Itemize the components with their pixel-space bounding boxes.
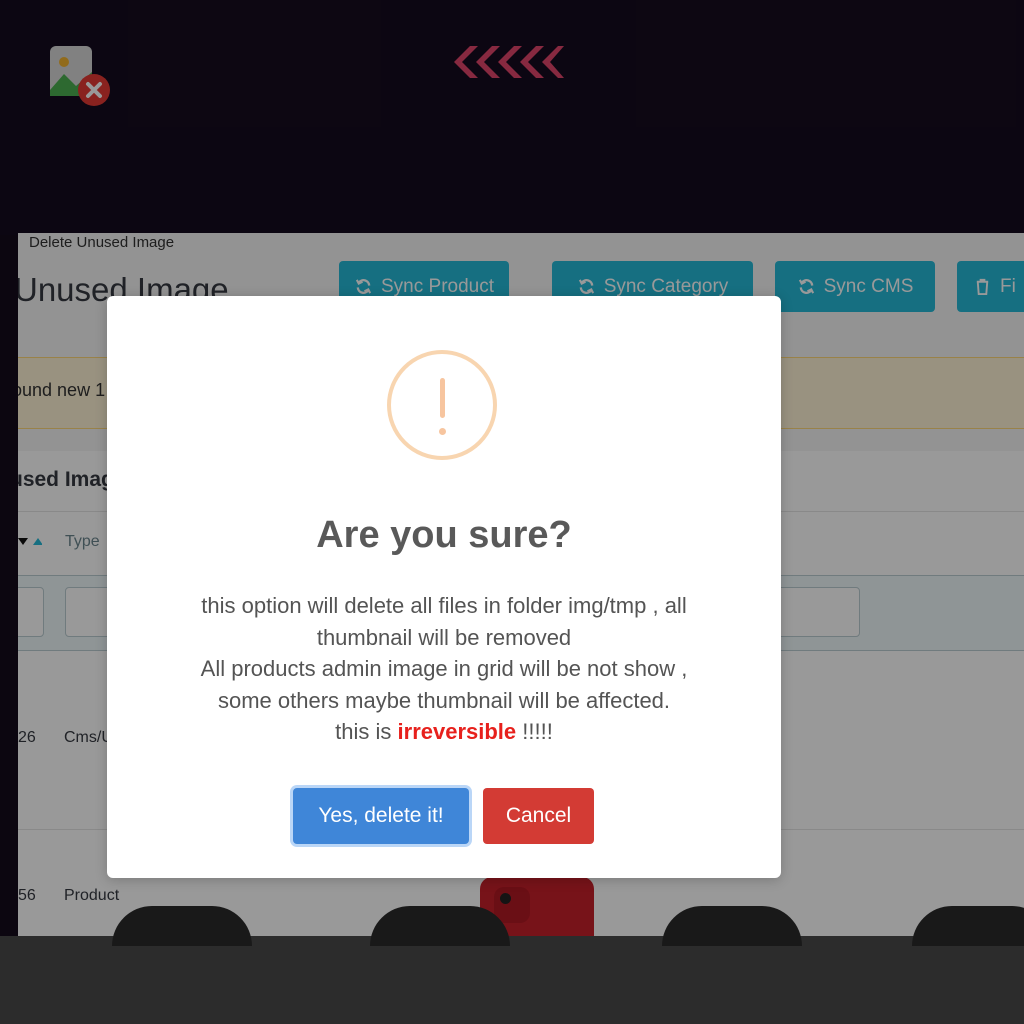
dialog-title: Are you sure? (316, 514, 572, 556)
dialog-line: this option will delete all files in fol… (201, 593, 687, 618)
dialog-message: this option will delete all files in fol… (137, 590, 751, 748)
confirm-dialog: Are you sure? this option will delete al… (107, 296, 781, 878)
warning-icon (387, 350, 497, 460)
dialog-line: some others maybe thumbnail will be affe… (217, 687, 671, 713)
dialog-line-final: this is irreversible !!!!! (137, 716, 751, 748)
confirm-delete-button[interactable]: Yes, delete it! (293, 788, 469, 844)
warning-icon-bar (440, 378, 445, 418)
cancel-button[interactable]: Cancel (483, 788, 594, 844)
irreversible-text: irreversible (397, 719, 517, 744)
dialog-line-suffix: !!!!! (516, 719, 553, 744)
warning-icon-dot (439, 428, 446, 435)
dialog-line: All products admin image in grid will be… (200, 656, 688, 681)
dialog-line-prefix: this is (335, 719, 398, 744)
dialog-line: thumbnail will be removed (316, 624, 572, 650)
